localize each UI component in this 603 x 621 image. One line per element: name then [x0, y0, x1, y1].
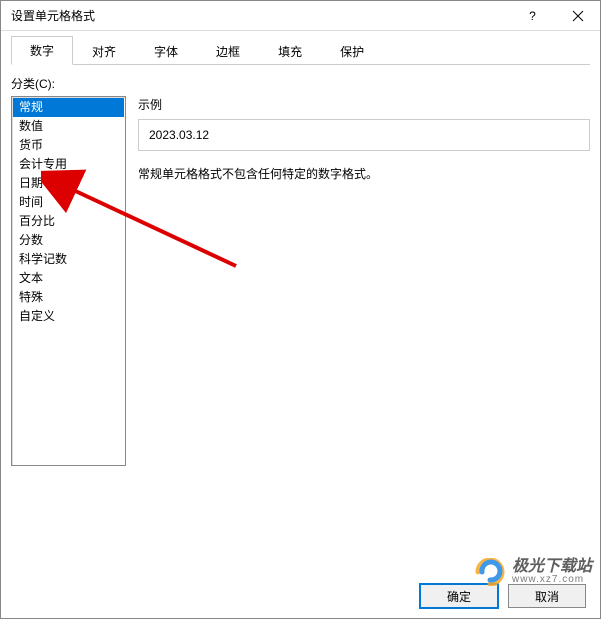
tab-bar: 数字 对齐 字体 边框 填充 保护 [11, 39, 590, 65]
tab-alignment[interactable]: 对齐 [73, 37, 135, 65]
tab-fill[interactable]: 填充 [259, 37, 321, 65]
dialog-footer: 确定 取消 [11, 578, 590, 612]
tab-font[interactable]: 字体 [135, 37, 197, 65]
close-icon [572, 10, 584, 22]
list-item[interactable]: 日期 [13, 174, 124, 193]
titlebar: 设置单元格格式 ? [1, 1, 600, 31]
category-label: 分类(C): [11, 75, 590, 92]
tab-border[interactable]: 边框 [197, 37, 259, 65]
help-icon: ? [529, 9, 536, 23]
list-item[interactable]: 特殊 [13, 288, 124, 307]
sample-box: 2023.03.12 [138, 119, 590, 151]
tab-number[interactable]: 数字 [11, 36, 73, 65]
list-item[interactable]: 数值 [13, 117, 124, 136]
right-column: 示例 2023.03.12 常规单元格格式不包含任何特定的数字格式。 [138, 96, 590, 466]
list-item[interactable]: 自定义 [13, 307, 124, 326]
list-item[interactable]: 文本 [13, 269, 124, 288]
main-row: 常规 数值 货币 会计专用 日期 时间 百分比 分数 科学记数 文本 特殊 自定… [11, 96, 590, 466]
list-item[interactable]: 百分比 [13, 212, 124, 231]
dialog-content: 数字 对齐 字体 边框 填充 保护 分类(C): 常规 数值 货币 会计专用 日… [1, 31, 600, 618]
ok-button[interactable]: 确定 [420, 584, 498, 608]
help-button[interactable]: ? [510, 1, 555, 30]
close-button[interactable] [555, 1, 600, 30]
list-item[interactable]: 科学记数 [13, 250, 124, 269]
sample-label: 示例 [138, 96, 590, 113]
sample-value: 2023.03.12 [149, 128, 209, 142]
category-listbox[interactable]: 常规 数值 货币 会计专用 日期 时间 百分比 分数 科学记数 文本 特殊 自定… [11, 96, 126, 466]
list-item[interactable]: 常规 [13, 98, 124, 117]
tab-protection[interactable]: 保护 [321, 37, 383, 65]
list-item[interactable]: 时间 [13, 193, 124, 212]
list-item[interactable]: 分数 [13, 231, 124, 250]
list-item[interactable]: 货币 [13, 136, 124, 155]
format-cells-dialog: 设置单元格格式 ? 数字 对齐 字体 边框 填充 保护 分类(C): 常规 数值 [0, 0, 601, 619]
cancel-button[interactable]: 取消 [508, 584, 586, 608]
list-item[interactable]: 会计专用 [13, 155, 124, 174]
dialog-title: 设置单元格格式 [11, 7, 510, 24]
format-description: 常规单元格格式不包含任何特定的数字格式。 [138, 165, 590, 183]
number-pane: 分类(C): 常规 数值 货币 会计专用 日期 时间 百分比 分数 科学记数 文… [11, 65, 590, 578]
